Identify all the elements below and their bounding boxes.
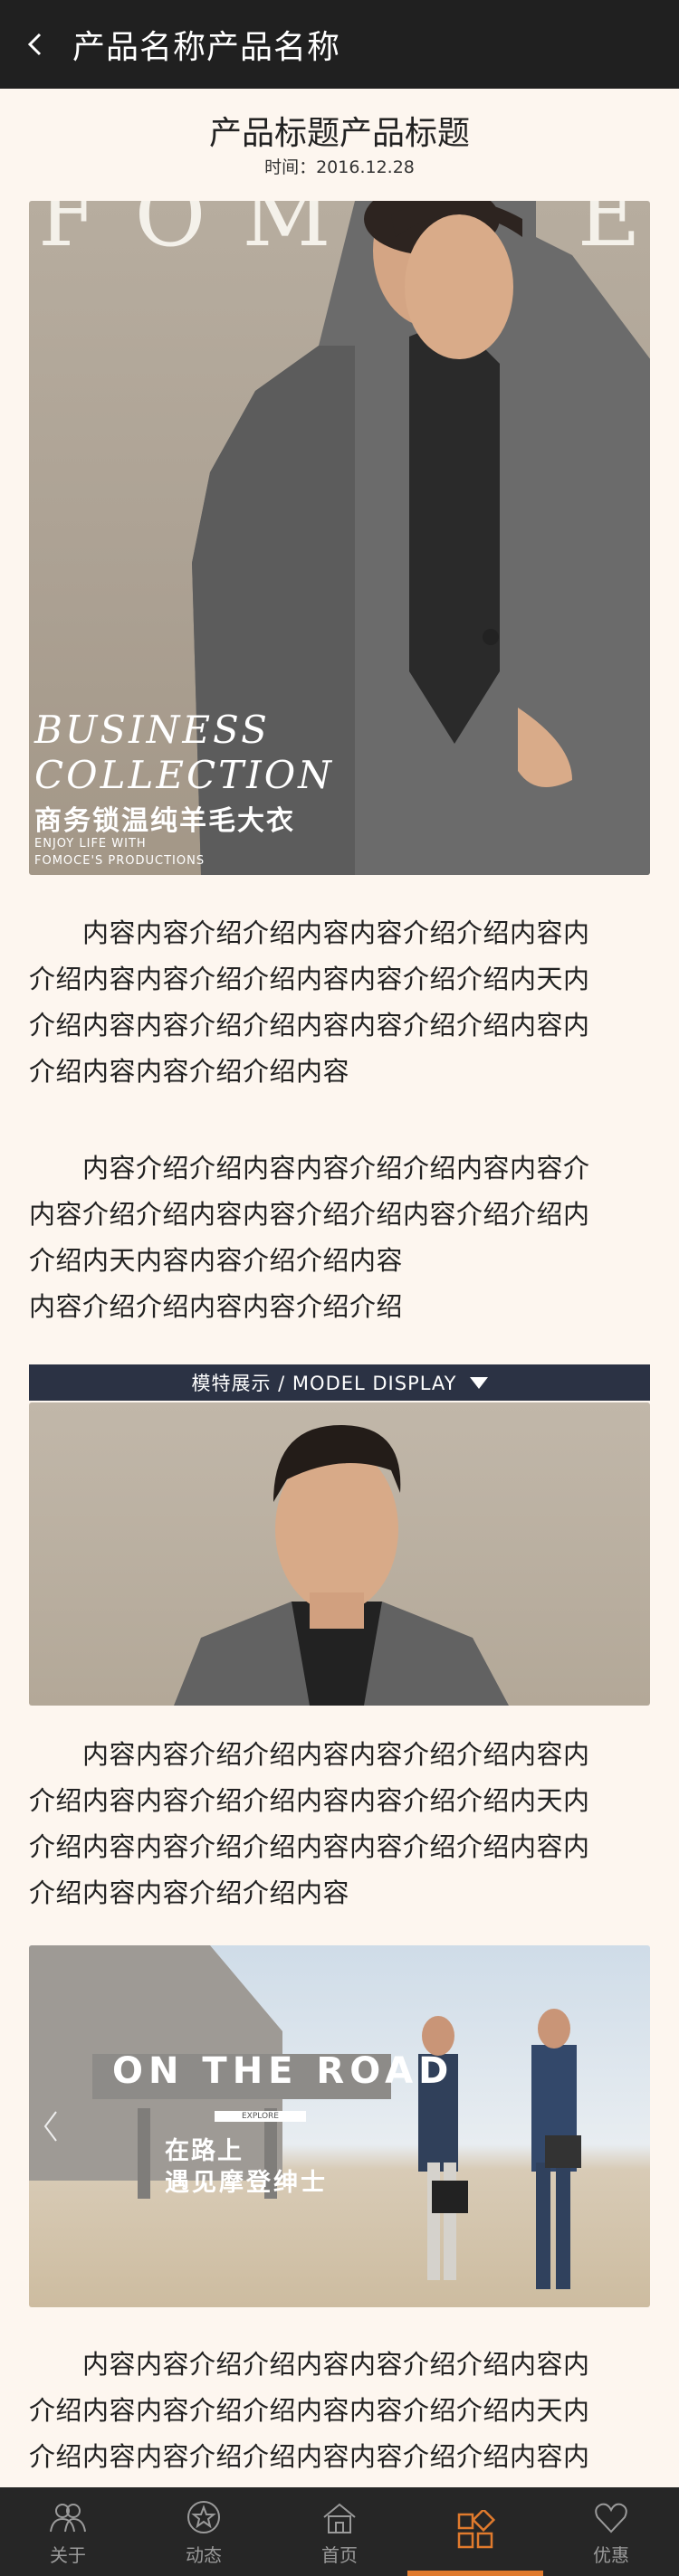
people-icon — [50, 2503, 86, 2532]
banner-small1: ENJOY LIFE WITH — [34, 837, 147, 851]
back-button[interactable] — [0, 0, 72, 89]
home-icon — [323, 2503, 356, 2533]
tab-offers[interactable]: 优惠 — [543, 2487, 679, 2576]
para-line: 介绍内容内容介绍介绍内容 — [29, 1877, 350, 1908]
carousel-tag: EXPLORE — [215, 2111, 306, 2122]
para-line: 介绍内容内容介绍介绍内容内容介绍介绍内天内 — [29, 1785, 590, 1816]
caret-down-icon — [469, 1376, 488, 1389]
para-line: 内容内容介绍介绍内容内容介绍介绍内容内 — [29, 1739, 590, 1770]
chevron-left-icon — [27, 33, 42, 56]
para-line: 内容介绍介绍内容内容介绍介绍内容介绍介绍内 — [29, 1199, 590, 1230]
para-line: 介绍内容内容介绍介绍内容内容介绍介绍内天内 — [29, 2395, 590, 2426]
page-title: 产品名称产品名称 — [72, 29, 341, 66]
article-time: 时间：2016.12.28 — [264, 157, 415, 177]
star-circle-icon — [187, 2500, 220, 2533]
content-paragraph-1: 内容内容介绍介绍内容内容介绍介绍内容内 介绍内容内容介绍介绍内容内容介绍介绍内天… — [29, 910, 654, 1095]
banner-cn-title: 商务锁温纯羊毛大衣 — [34, 805, 295, 837]
para-line: 介绍内容内容介绍介绍内容 — [29, 1056, 350, 1087]
tab-label: 优惠 — [593, 2543, 629, 2566]
carousel-prev-icon[interactable] — [42, 2108, 60, 2144]
para-line: 介绍内天内容内容介绍介绍内容 — [29, 1245, 404, 1276]
content-paragraph-4: 内容内容介绍介绍内容内容介绍介绍内容内 介绍内容内容介绍介绍内容内容介绍介绍内天… — [29, 2342, 654, 2480]
tab-news[interactable]: 动态 — [136, 2487, 272, 2576]
para-line: 内容介绍介绍内容内容介绍介绍 — [29, 1291, 404, 1322]
model-portrait-image — [29, 1402, 650, 1706]
para-line: 介绍内容内容介绍介绍内容内容介绍介绍内天内 — [29, 964, 590, 994]
carousel-headline: ON THE ROAD — [112, 2050, 454, 2092]
para-line: 介绍内容内容介绍介绍内容内容介绍介绍内容内 — [29, 1010, 590, 1041]
article-title: 产品标题产品标题 — [208, 115, 470, 152]
top-bar: 产品名称产品名称 — [0, 0, 679, 89]
banner-line2: COLLECTION — [34, 753, 334, 797]
content-paragraph-3: 内容内容介绍介绍内容内容介绍介绍内容内 介绍内容内容介绍介绍内容内容介绍介绍内天… — [29, 1732, 654, 1916]
grid-icon — [457, 2510, 496, 2549]
para-line: 介绍内容内容介绍介绍内容内容介绍介绍内容内 — [29, 1831, 590, 1862]
carousel-scene — [29, 1945, 581, 2289]
heart-icon — [595, 2503, 627, 2533]
bottom-tab-bar: 关于 动态 首页 优惠 — [0, 2487, 679, 2576]
tab-home[interactable]: 首页 — [272, 2487, 407, 2576]
tab-label: 关于 — [50, 2543, 86, 2566]
content-paragraph-2: 内容介绍介绍内容内容介绍介绍内容内容介 内容介绍介绍内容内容介绍介绍内容介绍介绍… — [29, 1145, 654, 1330]
para-line: 内容内容介绍介绍内容内容介绍介绍内容内 — [29, 917, 590, 948]
product-image-coat: FOMOCE BUSINESS COLLECTION 商务锁温纯羊毛大衣 ENJ… — [29, 201, 650, 875]
model-display-label: 模特展示 / MODEL DISPLAY — [191, 1373, 457, 1394]
tab-label: 动态 — [186, 2543, 222, 2566]
carousel-cn2: 遇见摩登绅士 — [165, 2169, 328, 2197]
banner-line1: BUSINESS — [34, 708, 270, 752]
tab-products[interactable] — [407, 2487, 543, 2576]
tab-about[interactable]: 关于 — [0, 2487, 136, 2576]
para-line: 内容内容介绍介绍内容内容介绍介绍内容内 — [29, 2349, 590, 2380]
carousel-cn1: 在路上 — [165, 2137, 244, 2165]
para-line: 介绍内容内容介绍介绍内容内容介绍介绍内容内 — [29, 2441, 590, 2472]
tab-label: 首页 — [321, 2543, 358, 2566]
carousel-on-the-road[interactable]: ON THE ROAD EXPLORE 在路上 遇见摩登绅士 — [29, 1945, 650, 2307]
model-portrait-figure — [174, 1425, 509, 1706]
banner-small2: FOMOCE'S PRODUCTIONS — [34, 854, 206, 868]
model-display-banner[interactable]: 模特展示 / MODEL DISPLAY — [29, 1364, 650, 1401]
para-line: 内容介绍介绍内容内容介绍介绍内容内容介 — [29, 1153, 590, 1183]
